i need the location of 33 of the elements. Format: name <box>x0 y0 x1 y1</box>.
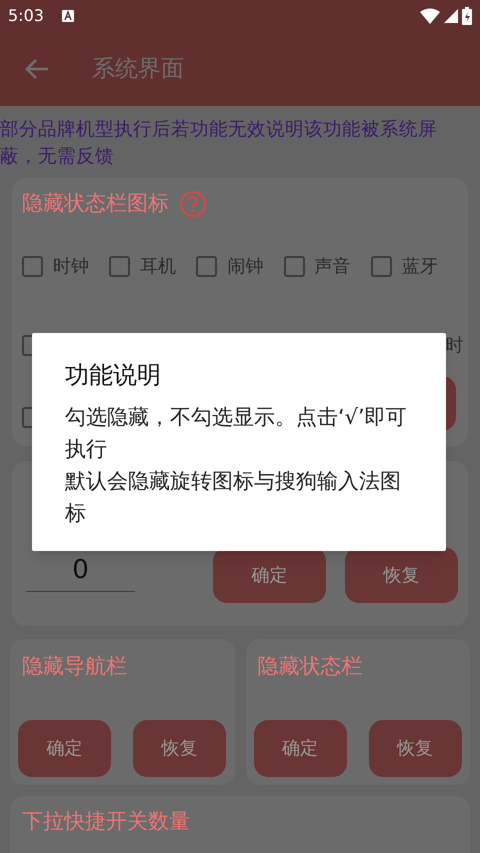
checkbox-label: 闹钟 <box>227 254 264 278</box>
checkbox[interactable] <box>370 256 392 276</box>
dialog-title: 功能说明 <box>65 360 162 391</box>
help-icon[interactable] <box>179 190 207 218</box>
number-input[interactable]: 0 <box>26 555 135 592</box>
checkbox[interactable] <box>22 256 43 276</box>
dialog-text: 勾选隐藏，不勾选显示。点击‘√’即可执行 <box>65 404 408 463</box>
notice-text: 部分品牌机型执行后若功能无效说明该功能被系统屏蔽，无需反馈 <box>0 118 438 169</box>
card-title: 下拉快捷开关数量 <box>22 809 190 833</box>
checkbox-label: 声音 <box>314 254 351 278</box>
action-button[interactable]: 恢复 <box>368 720 462 776</box>
checkbox-label: 蓝牙 <box>402 254 438 278</box>
battery-icon <box>462 7 472 25</box>
signal-icon <box>444 9 458 23</box>
status-time: 5:03 <box>8 5 44 27</box>
page-title: 系统界面 <box>92 54 184 84</box>
keyboard-app-icon <box>62 10 74 22</box>
checkbox[interactable] <box>109 256 130 276</box>
action-button[interactable]: 确定 <box>254 720 346 776</box>
dialog-text: 默认会隐藏旋转图标与搜狗输入法图标 <box>65 468 402 527</box>
checkbox-label: 时钟 <box>53 254 89 278</box>
card-title: 隐藏导航栏 <box>21 654 128 678</box>
checkbox-label: 时 <box>446 334 464 358</box>
card-title: 隐藏状态栏图标 <box>22 190 169 217</box>
back-arrow-icon[interactable] <box>24 58 50 80</box>
wifi-icon <box>420 8 440 24</box>
action-button[interactable]: 恢复 <box>133 720 226 776</box>
checkbox[interactable] <box>196 256 218 276</box>
action-button[interactable]: 恢复 <box>345 547 458 603</box>
checkbox[interactable] <box>284 256 305 276</box>
action-button[interactable]: 确定 <box>18 720 111 776</box>
card-title: 隐藏状态栏 <box>256 654 364 678</box>
checkbox-label: 耳机 <box>140 254 176 278</box>
